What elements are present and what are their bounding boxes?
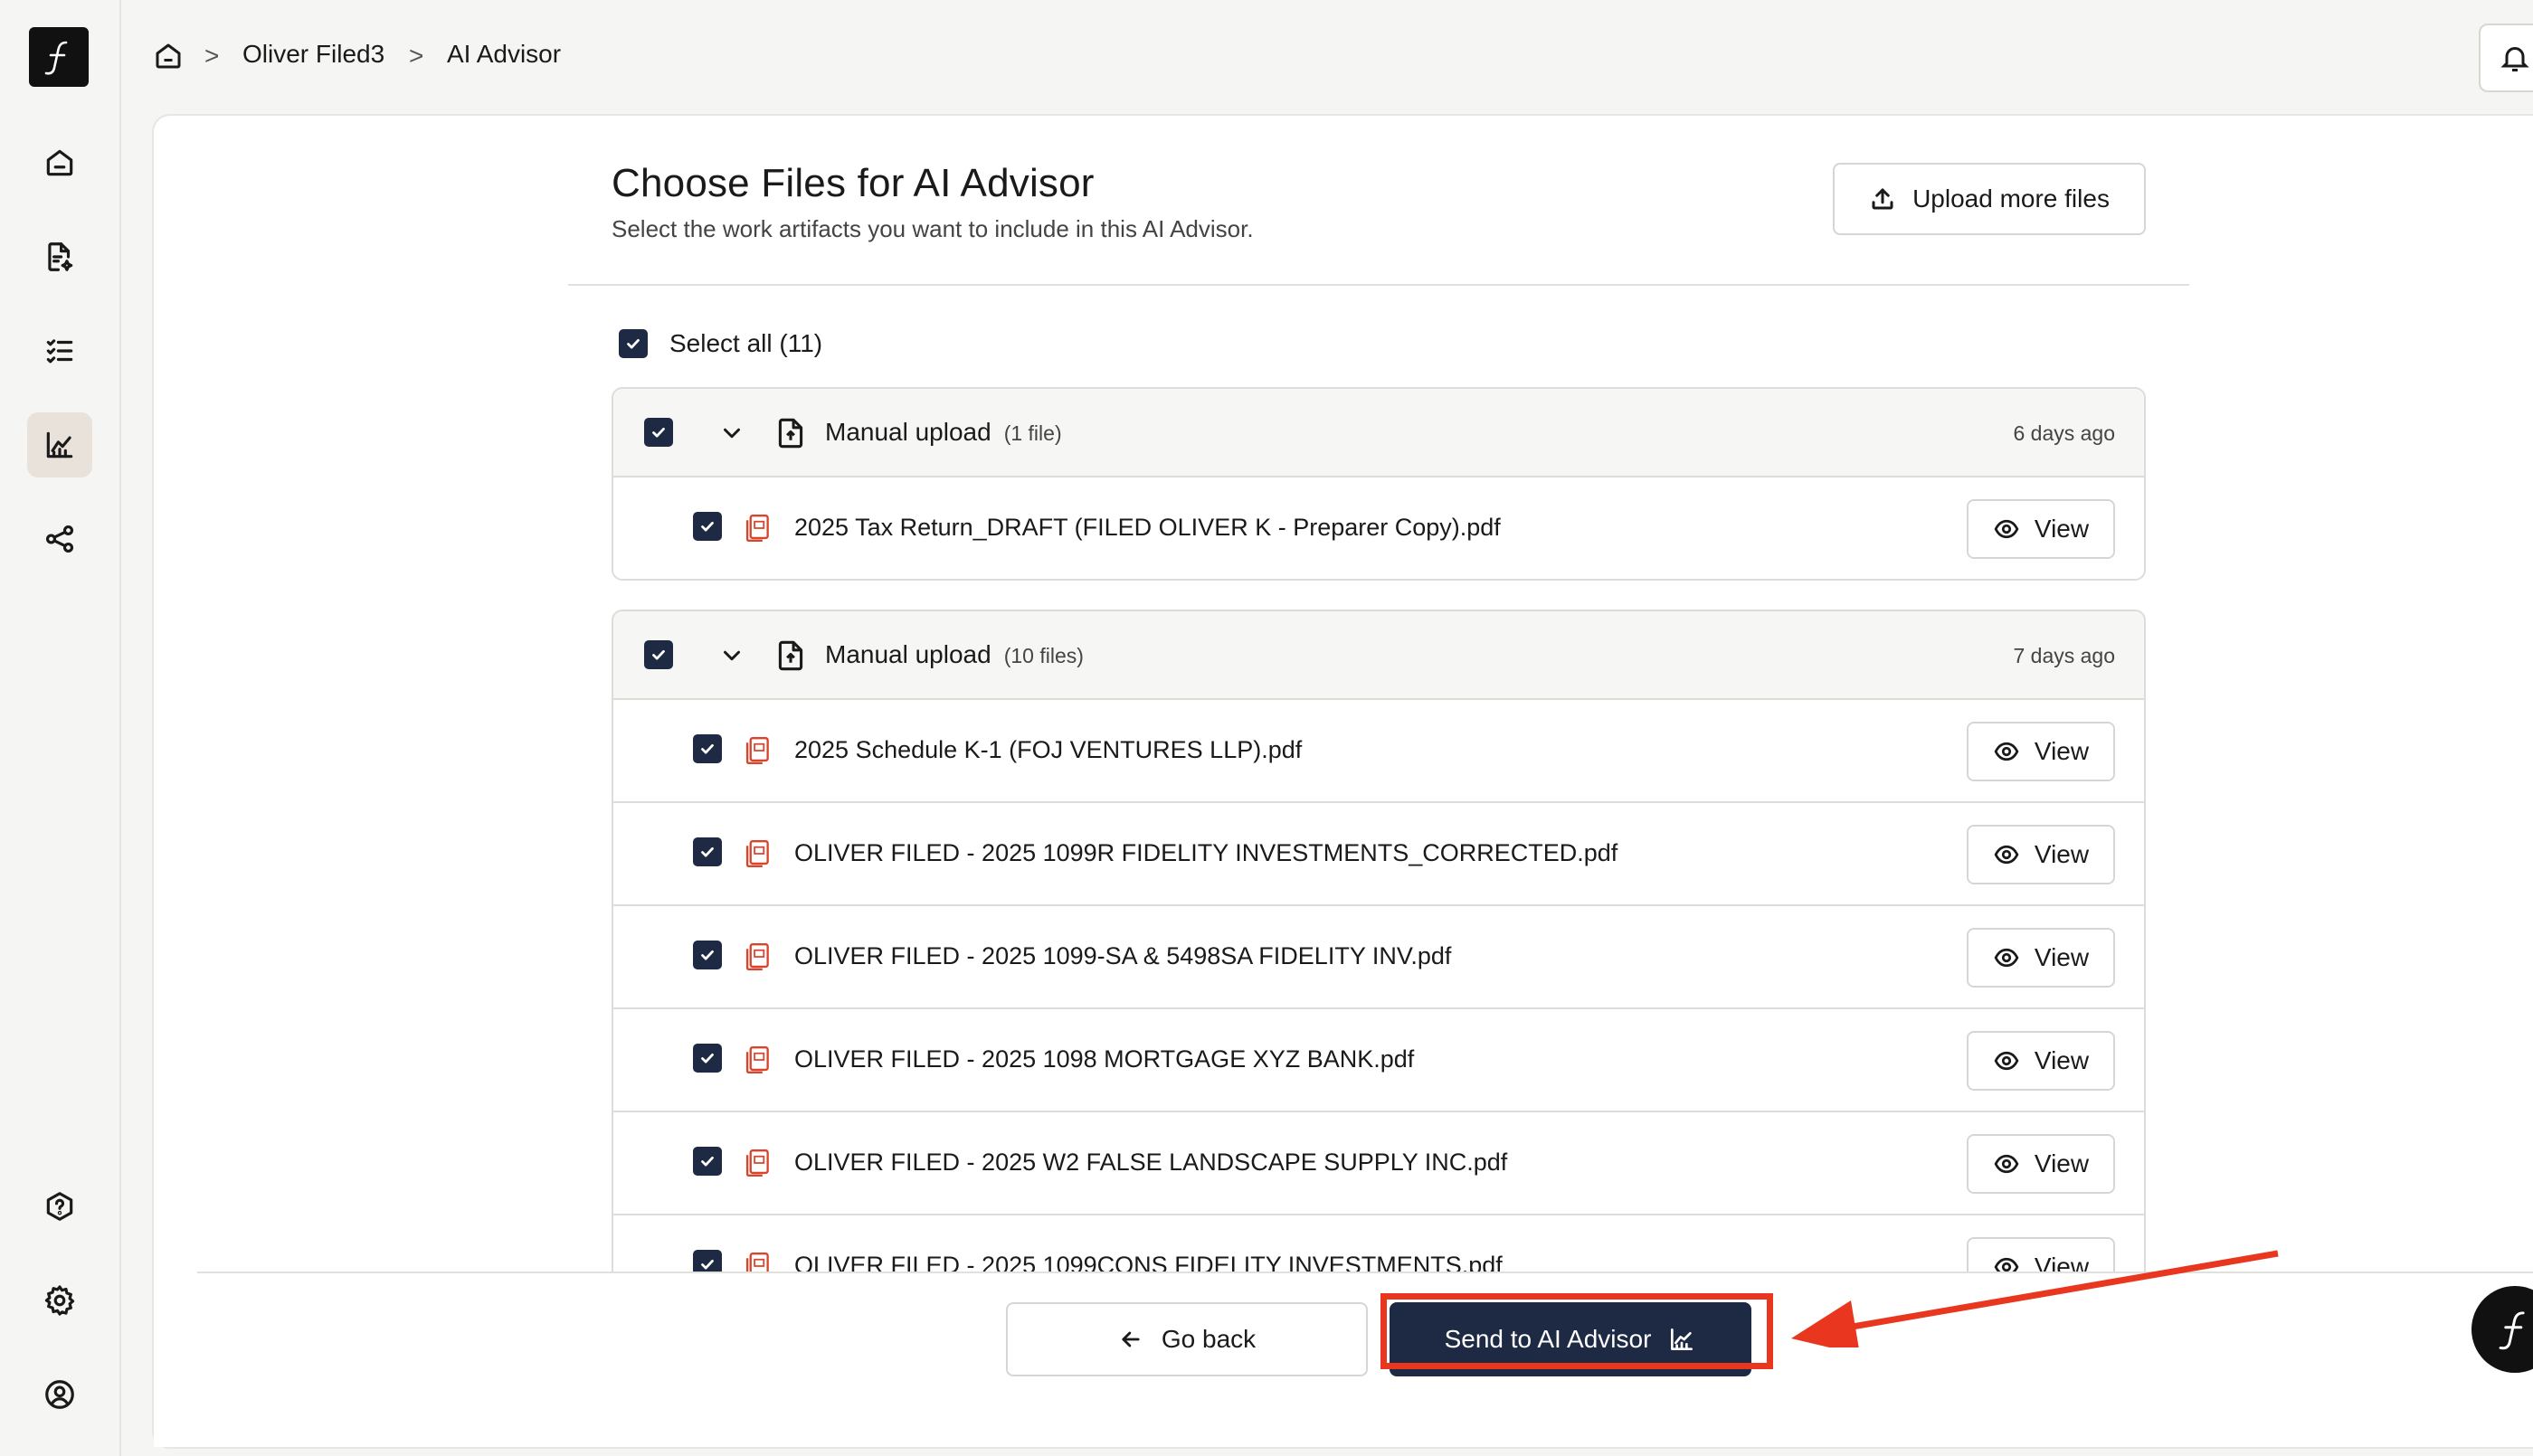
- file-row[interactable]: OLIVER FILED - 2025 1098 MORTGAGE XYZ BA…: [613, 1009, 2144, 1112]
- view-button[interactable]: View: [1967, 722, 2115, 781]
- view-button[interactable]: View: [1967, 499, 2115, 559]
- file-name: 2025 Tax Return_DRAFT (FILED OLIVER K - …: [794, 514, 1501, 541]
- check-icon: [701, 846, 714, 857]
- file-name: OLIVER FILED - 2025 1099-SA & 5498SA FID…: [794, 942, 1452, 969]
- file-row[interactable]: 2025 Schedule K-1 (FOJ VENTURES LLP).pdf…: [613, 700, 2144, 803]
- check-icon: [701, 521, 714, 532]
- eye-icon: [1994, 742, 2019, 761]
- file-row[interactable]: OLIVER FILED - 2025 W2 FALSE LANDSCAPE S…: [613, 1112, 2144, 1215]
- file-checkbox[interactable]: [693, 941, 722, 969]
- user-circle-icon: [45, 1380, 74, 1409]
- file-row[interactable]: 2025 Tax Return_DRAFT (FILED OLIVER K - …: [613, 477, 2144, 579]
- file-name: OLIVER FILED - 2025 1098 MORTGAGE XYZ BA…: [794, 1045, 1415, 1073]
- page-subtitle: Select the work artifacts you want to in…: [612, 215, 1254, 242]
- eye-icon: [1994, 1051, 2019, 1071]
- chevron-down-icon: [724, 428, 740, 439]
- eye-icon: [1994, 948, 2019, 968]
- file-row[interactable]: OLIVER FILED - 2025 1099R FIDELITY INVES…: [613, 803, 2144, 906]
- upload-more-files-button[interactable]: Upload more files: [1833, 163, 2146, 235]
- header-divider: [568, 284, 2189, 286]
- pdf-icon: [744, 942, 771, 971]
- view-button[interactable]: View: [1967, 825, 2115, 884]
- group-checkbox[interactable]: [644, 640, 673, 669]
- logo-f-icon: [2499, 1311, 2525, 1350]
- group-source: Manual upload: [825, 418, 991, 446]
- upload-more-files-label: Upload more files: [1912, 184, 2110, 213]
- annotation-arrow-icon: [1791, 1250, 2279, 1347]
- arrow-left-icon: [1122, 1331, 1140, 1347]
- view-label: View: [2034, 515, 2090, 543]
- eye-icon: [1994, 519, 2019, 539]
- go-back-label: Go back: [1161, 1325, 1257, 1353]
- upload-group: Manual upload (1 file) 6 days ago 2025 Ta…: [612, 387, 2146, 581]
- check-icon: [652, 649, 665, 660]
- file-checkbox[interactable]: [693, 1044, 722, 1073]
- file-checkbox[interactable]: [693, 734, 722, 763]
- chart-icon: [1671, 1328, 1693, 1350]
- chevron-down-icon: [724, 650, 740, 661]
- check-icon: [701, 743, 714, 754]
- view-label: View: [2034, 840, 2090, 868]
- select-all-checkbox[interactable]: [619, 329, 648, 358]
- select-all-label: Select all (11): [669, 329, 823, 357]
- gear-icon: [44, 1285, 75, 1316]
- upload-icon: [1872, 188, 1893, 210]
- file-checkbox[interactable]: [693, 1250, 722, 1272]
- group-date: 7 days ago: [2013, 644, 2115, 667]
- eye-icon: [1994, 1154, 2019, 1174]
- send-to-ai-advisor-button[interactable]: Send to AI Advisor: [1390, 1302, 1751, 1376]
- pdf-icon: [744, 839, 771, 868]
- check-icon: [701, 1156, 714, 1167]
- file-name: OLIVER FILED - 2025 1099R FIDELITY INVES…: [794, 839, 1618, 866]
- send-label: Send to AI Advisor: [1444, 1325, 1652, 1353]
- file-checkbox[interactable]: [693, 837, 722, 866]
- file-name: 2025 Schedule K-1 (FOJ VENTURES LLP).pdf: [794, 736, 1303, 763]
- view-button[interactable]: View: [1967, 1134, 2115, 1194]
- pdf-icon: [744, 736, 771, 765]
- file-checkbox[interactable]: [693, 1147, 722, 1176]
- nav-settings[interactable]: [27, 1268, 92, 1333]
- group-date: 6 days ago: [2013, 421, 2115, 445]
- group-source: Manual upload: [825, 640, 991, 668]
- file-selection-panel[interactable]: Choose Files for AI Advisor Select the w…: [0, 0, 2533, 1272]
- eye-icon: [1994, 845, 2019, 865]
- page-title: Choose Files for AI Advisor: [612, 161, 1095, 205]
- group-checkbox[interactable]: [644, 418, 673, 447]
- check-icon: [701, 1259, 714, 1270]
- view-label: View: [2034, 1046, 2090, 1074]
- file-upload-icon: [776, 640, 805, 671]
- go-back-button[interactable]: Go back: [1006, 1302, 1368, 1376]
- view-button[interactable]: View: [1967, 1031, 2115, 1091]
- check-icon: [701, 950, 714, 960]
- upload-group: Manual upload (10 files) 7 days ago 2025 …: [612, 610, 2146, 1272]
- pdf-icon: [744, 1149, 771, 1177]
- nav-profile[interactable]: [27, 1362, 92, 1427]
- collapse-toggle[interactable]: [718, 642, 745, 669]
- collapse-toggle[interactable]: [718, 420, 745, 447]
- file-row[interactable]: OLIVER FILED - 2025 1099-SA & 5498SA FID…: [613, 906, 2144, 1009]
- group-label: Manual upload (1 file): [825, 418, 1062, 447]
- pdf-icon: [744, 1045, 771, 1074]
- file-checkbox[interactable]: [693, 512, 722, 541]
- pdf-icon: [744, 1252, 771, 1272]
- group-header[interactable]: Manual upload (1 file) 6 days ago: [613, 389, 2144, 477]
- group-label: Manual upload (10 files): [825, 640, 1084, 669]
- pdf-icon: [744, 514, 771, 543]
- group-file-count: (1 file): [1003, 421, 1062, 445]
- file-upload-icon: [776, 418, 805, 449]
- check-icon: [652, 427, 665, 438]
- view-button[interactable]: View: [1967, 928, 2115, 988]
- check-icon: [627, 338, 640, 349]
- view-label: View: [2034, 1149, 2090, 1177]
- view-label: View: [2034, 737, 2090, 765]
- file-name: OLIVER FILED - 2025 1099CONS FIDELITY IN…: [794, 1252, 1503, 1272]
- group-header[interactable]: Manual upload (10 files) 7 days ago: [613, 611, 2144, 700]
- file-name: OLIVER FILED - 2025 W2 FALSE LANDSCAPE S…: [794, 1149, 1508, 1176]
- group-file-count: (10 files): [1003, 644, 1084, 667]
- view-label: View: [2034, 943, 2090, 971]
- check-icon: [701, 1053, 714, 1064]
